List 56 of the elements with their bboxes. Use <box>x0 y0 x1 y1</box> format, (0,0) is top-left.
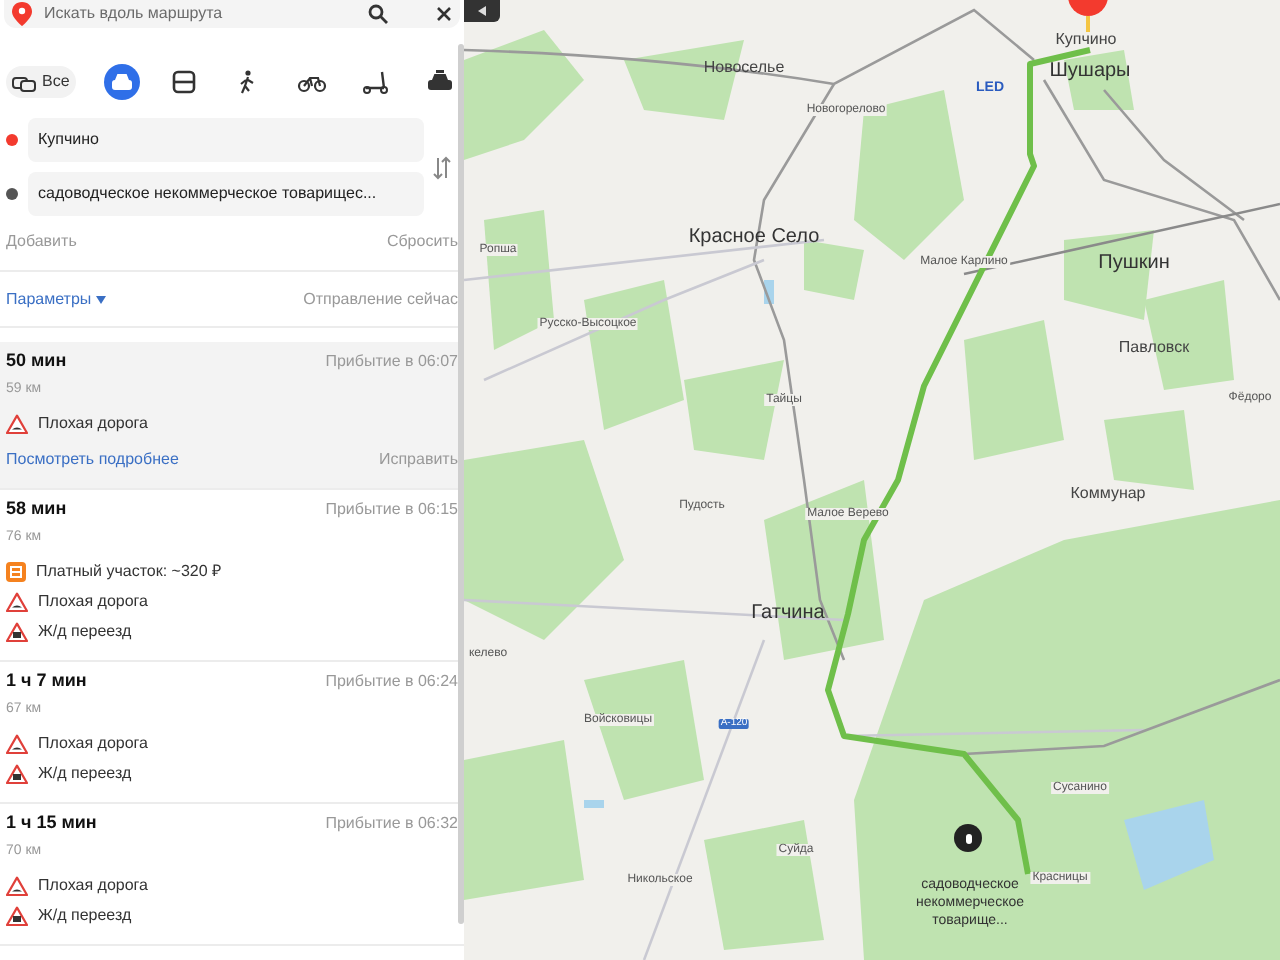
route-duration: 1 ч 7 мин <box>6 668 87 694</box>
scooter-icon <box>360 68 393 96</box>
cars-icon <box>12 73 36 91</box>
place-label: Коммунар <box>1070 486 1146 502</box>
route-note: Ж/д переезд <box>38 762 132 786</box>
route-note: Плохая дорога <box>38 732 148 756</box>
route-note: Ж/д переезд <box>38 904 132 928</box>
route-note: Плохая дорога <box>38 874 148 898</box>
rail-crossing-warning-icon <box>6 764 28 784</box>
close-icon[interactable] <box>436 6 452 22</box>
parameters-button[interactable]: Параметры <box>6 288 106 312</box>
rail-crossing-warning-icon <box>6 906 28 926</box>
forest-area <box>704 820 824 950</box>
route-duration: 50 мин <box>6 348 67 374</box>
waypoint-field[interactable]: Купчино <box>28 118 424 162</box>
rail-crossing-warning-icon <box>6 622 28 642</box>
taxi-car-icon <box>423 68 456 96</box>
caret-left-icon <box>478 6 486 16</box>
arrival-time: Прибытие в 06:32 <box>325 812 458 836</box>
route-note: Платный участок: ~320 ₽ <box>36 560 223 584</box>
route-duration: 58 мин <box>6 496 67 522</box>
bad-road-warning-icon <box>6 734 28 754</box>
place-label: Гатчина <box>751 604 825 624</box>
start-pin-icon <box>1068 0 1108 32</box>
place-label: Купчино <box>1055 32 1117 48</box>
lake <box>764 280 774 304</box>
all-modes-button[interactable]: Все <box>6 66 76 98</box>
lake <box>1124 800 1214 890</box>
place-label: Новоселье <box>703 60 785 76</box>
waypoint-field[interactable]: садоводческое некоммерческое товарищес... <box>28 172 424 216</box>
caret-icon <box>95 296 106 304</box>
search-field[interactable]: Искать вдоль маршрута <box>44 2 356 26</box>
place-label: Шушары <box>1049 62 1131 82</box>
route-note: Плохая дорога <box>38 590 148 614</box>
place-label: Пушкин <box>1098 254 1170 274</box>
route-note: Плохая дорога <box>38 412 148 436</box>
route-note: Ж/д переезд <box>38 620 132 644</box>
route-duration: 1 ч 15 мин <box>6 810 97 836</box>
lake <box>584 800 604 808</box>
car-mode-button[interactable] <box>103 64 140 100</box>
place-label: Павловск <box>1118 340 1190 356</box>
toll-icon <box>6 562 26 582</box>
bad-road-warning-icon <box>6 876 28 896</box>
bad-road-warning-icon <box>6 592 28 612</box>
arrival-time: Прибытие в 06:24 <box>325 670 458 694</box>
forest-area <box>1104 410 1194 490</box>
arrival-time: Прибытие в 06:15 <box>325 498 458 522</box>
swap-icon[interactable] <box>432 155 452 179</box>
bad-road-warning-icon <box>6 414 28 434</box>
details-link[interactable]: Посмотреть подробнее <box>6 448 179 472</box>
forest-area <box>584 660 704 800</box>
search-bar[interactable]: Искать вдоль маршрута <box>4 0 460 28</box>
collapse-panel-button[interactable] <box>464 0 500 22</box>
place-label: Красное Село <box>688 228 820 248</box>
arrival-time: Прибытие в 06:07 <box>325 350 458 374</box>
search-icon[interactable] <box>368 4 388 24</box>
